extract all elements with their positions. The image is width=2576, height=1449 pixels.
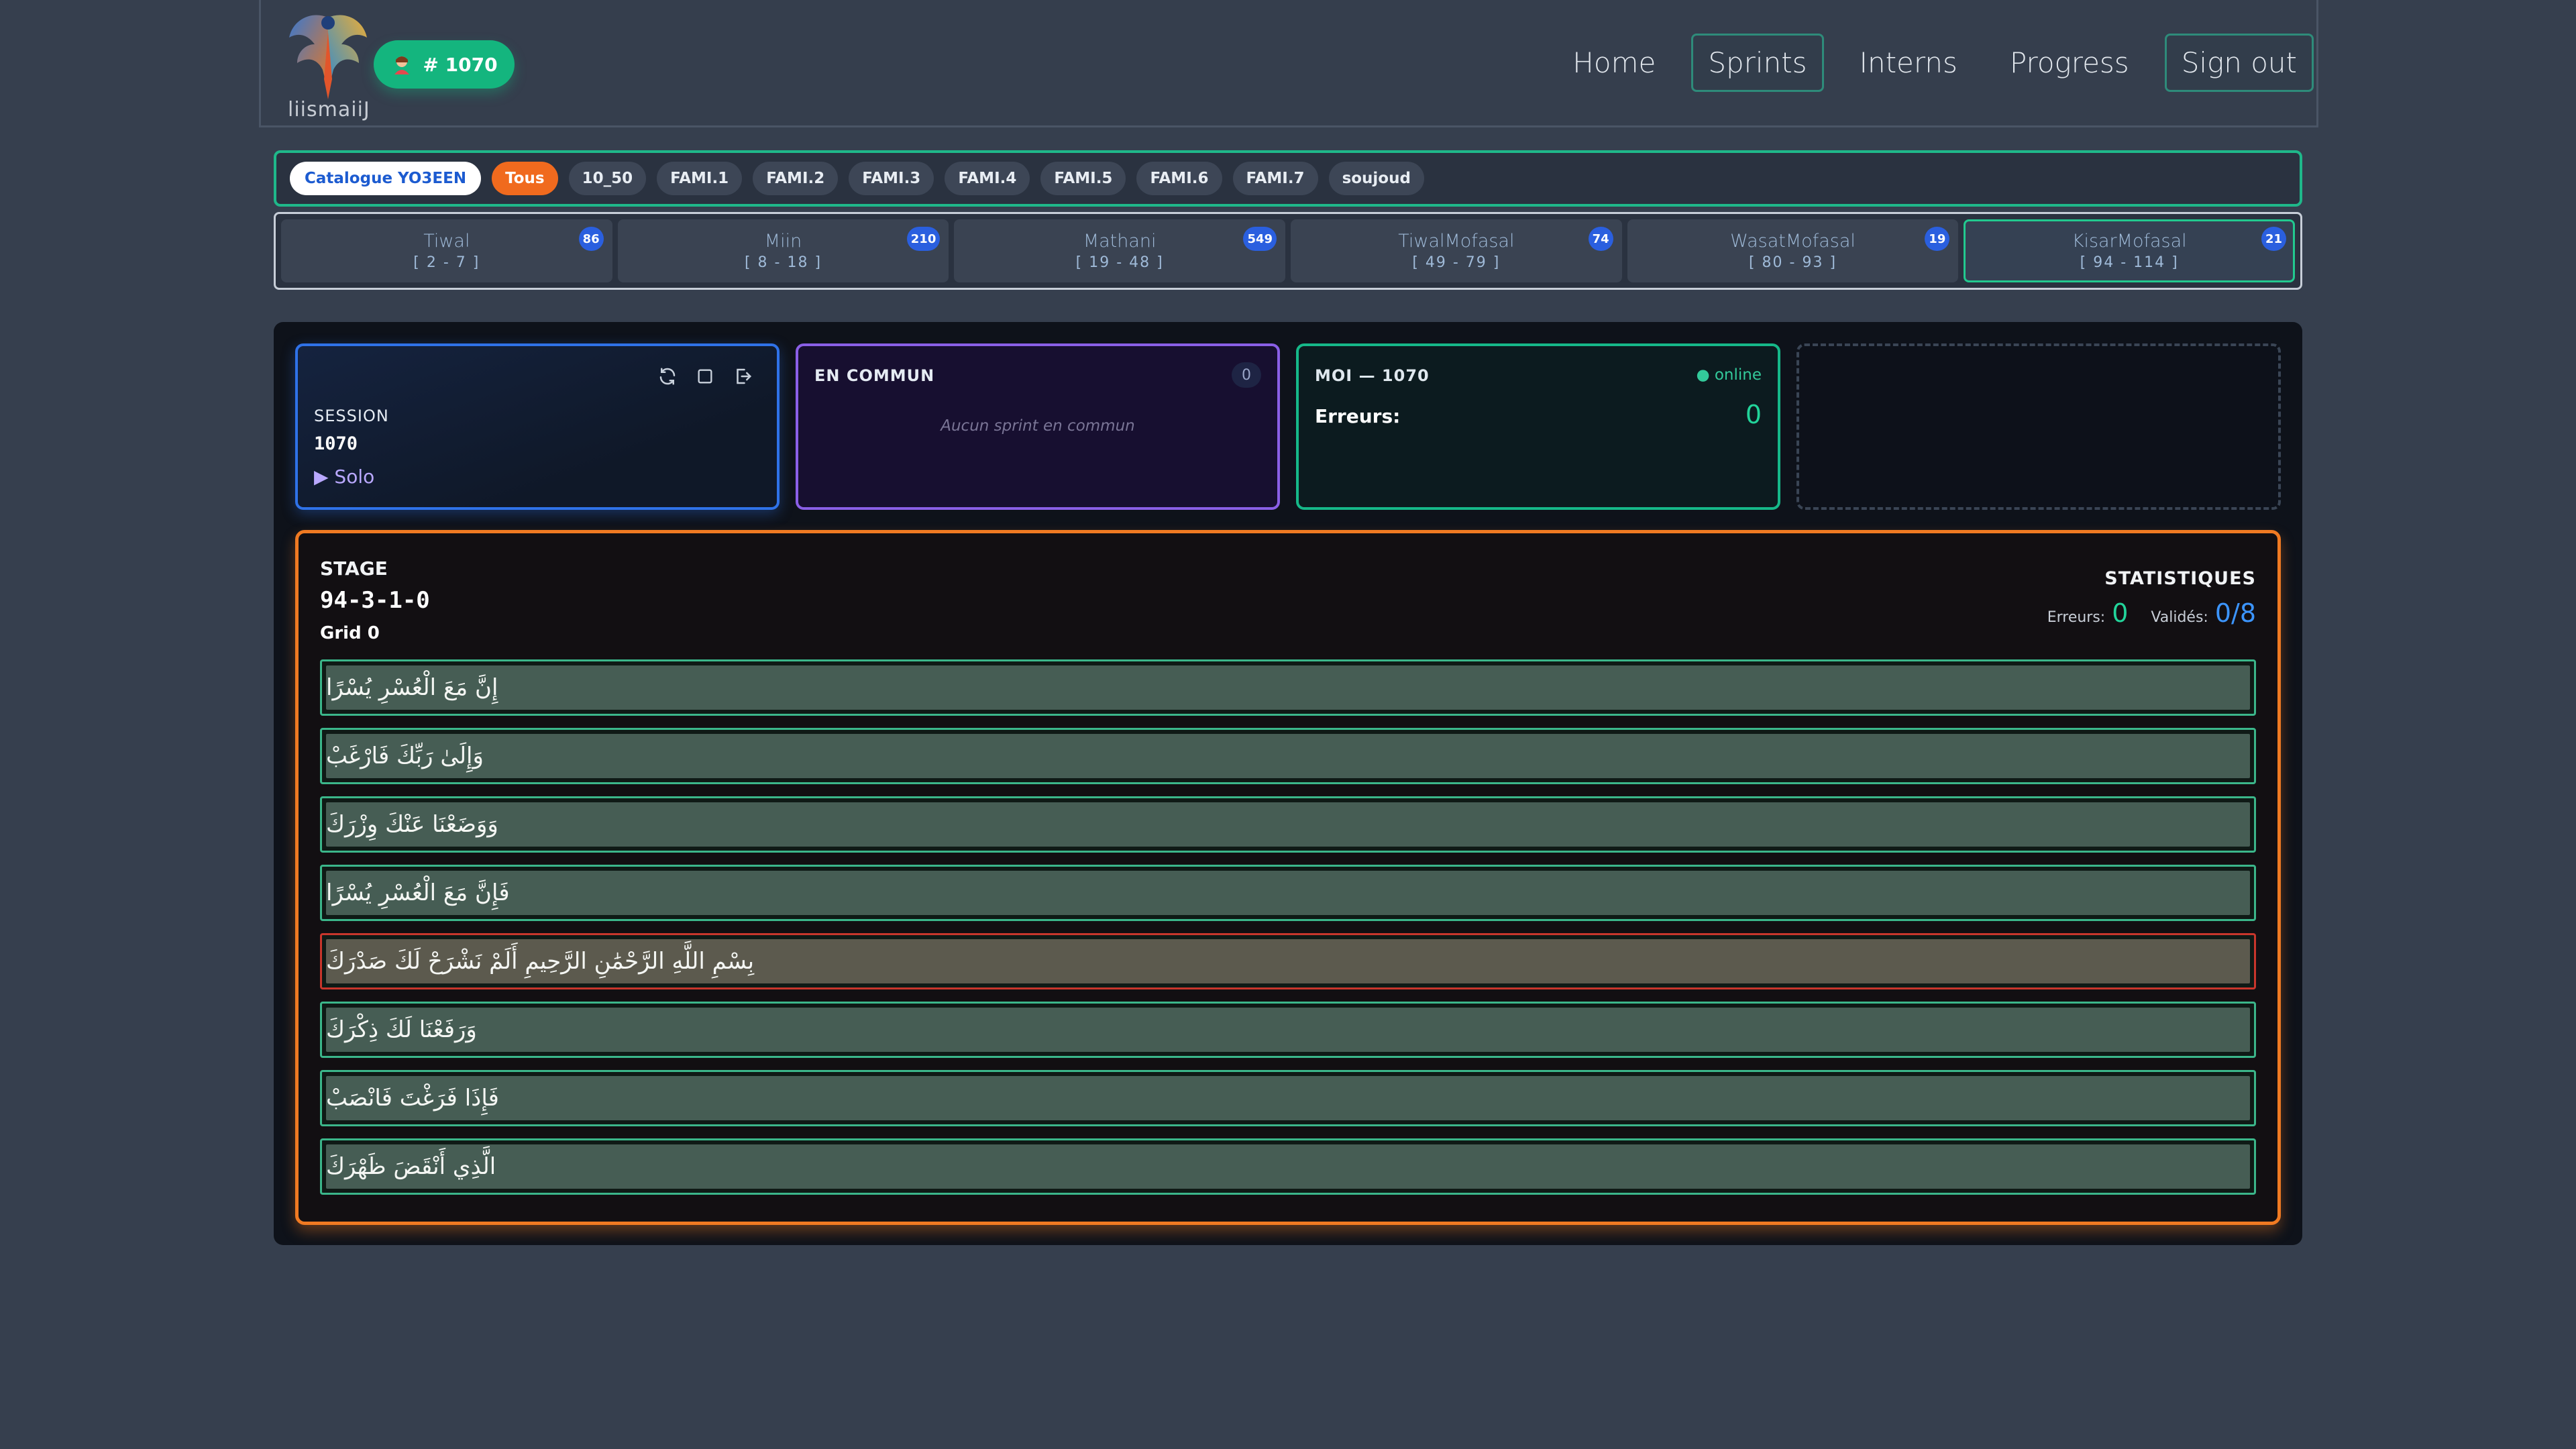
chip-fami-1[interactable]: FAMI.1 bbox=[657, 162, 743, 195]
online-status: ● online bbox=[1696, 366, 1762, 384]
statistics: STATISTIQUES Erreurs: 0 Validés: 0/8 bbox=[2047, 568, 2256, 628]
group-tab-kisarmofasal[interactable]: KisarMofasal [ 94 - 114 ] 21 bbox=[1964, 219, 2296, 282]
group-count-badge: 210 bbox=[906, 227, 941, 251]
verse-row[interactable]: وَوَضَعْنَا عَنْكَ وِزْرَكَ bbox=[320, 796, 2256, 853]
stats-title: STATISTIQUES bbox=[2104, 568, 2256, 589]
stats-errors-label: Erreurs: bbox=[2047, 609, 2106, 626]
nav-sprints[interactable]: Sprints bbox=[1691, 34, 1824, 92]
session-mode-toggle[interactable]: ▶ Solo bbox=[314, 466, 374, 488]
verse-text: وَإِلَىٰ رَبِّكَ فَارْغَبْ bbox=[326, 734, 2250, 778]
main-nav: Home Sprints Interns Progress Sign out bbox=[1556, 34, 2314, 92]
player-errors-label: Erreurs: bbox=[1315, 405, 1401, 427]
verse-text: وَرَفَعْنَا لَكَ ذِكْرَكَ bbox=[326, 1008, 2250, 1052]
group-count-badge: 21 bbox=[2261, 227, 2287, 251]
group-name: KisarMofasal bbox=[2072, 231, 2187, 252]
verse-text: فَإِذَا فَرَغْتَ فَانْصَبْ bbox=[326, 1076, 2250, 1120]
group-range: [ 49 - 79 ] bbox=[1412, 254, 1501, 271]
chip-fami-7[interactable]: FAMI.7 bbox=[1232, 162, 1318, 195]
stats-errors-value: 0 bbox=[2112, 598, 2129, 628]
user-id-label: # 1070 bbox=[423, 53, 498, 76]
chip-fami-6[interactable]: FAMI.6 bbox=[1136, 162, 1222, 195]
stage-id: 94-3-1-0 bbox=[320, 587, 430, 614]
group-range: [ 80 - 93 ] bbox=[1748, 254, 1837, 271]
group-name: WasatMofasal bbox=[1730, 231, 1856, 252]
group-name: TiwalMofasal bbox=[1398, 231, 1515, 252]
verse-row[interactable]: وَرَفَعْنَا لَكَ ذِكْرَكَ bbox=[320, 1002, 2256, 1058]
group-range: [ 2 - 7 ] bbox=[413, 254, 480, 271]
avatar-icon bbox=[390, 53, 413, 76]
nav-interns[interactable]: Interns bbox=[1843, 34, 1974, 92]
user-badge[interactable]: # 1070 bbox=[374, 40, 515, 89]
group-count-badge: 549 bbox=[1243, 227, 1277, 251]
group-tab-miin[interactable]: Miin [ 8 - 18 ] 210 bbox=[617, 219, 949, 282]
group-count-badge: 74 bbox=[1588, 227, 1613, 251]
chip-fami-3[interactable]: FAMI.3 bbox=[849, 162, 934, 195]
common-empty-message: Aucun sprint en commun bbox=[941, 417, 1135, 435]
common-title: EN COMMUN bbox=[814, 366, 935, 385]
group-name: Tiwal bbox=[423, 231, 470, 252]
stage-panel: STAGE 94-3-1-0 Grid 0 STATISTIQUES Erreu… bbox=[295, 530, 2281, 1225]
session-actions bbox=[656, 365, 754, 388]
stats-validated-label: Validés: bbox=[2151, 609, 2208, 626]
common-count-badge: 0 bbox=[1232, 362, 1261, 388]
chip-soujoud[interactable]: soujoud bbox=[1328, 162, 1424, 195]
verse-text: بِسْمِ اللَّهِ الرَّحْمَٰنِ الرَّحِيمِ أ… bbox=[326, 939, 2250, 983]
player-title: MOI — 1070 bbox=[1315, 366, 1430, 385]
my-player-card: MOI — 1070 ● online Erreurs: 0 bbox=[1296, 343, 1780, 510]
verse-list: إِنَّ مَعَ الْعُسْرِ يُسْرًا وَإِلَىٰ رَ… bbox=[320, 659, 2256, 1207]
group-tab-tiwalmofasal[interactable]: TiwalMofasal [ 49 - 79 ] 74 bbox=[1291, 219, 1622, 282]
verse-text: وَوَضَعْنَا عَنْكَ وِزْرَكَ bbox=[326, 802, 2250, 847]
sign-out-button[interactable]: Sign out bbox=[2164, 34, 2314, 92]
group-range: [ 19 - 48 ] bbox=[1075, 254, 1164, 271]
verse-row[interactable]: وَإِلَىٰ رَبِّكَ فَارْغَبْ bbox=[320, 728, 2256, 784]
refresh-icon[interactable] bbox=[656, 365, 679, 388]
stage-label: STAGE bbox=[320, 557, 388, 580]
group-count-badge: 86 bbox=[578, 227, 604, 251]
verse-text: الَّذِي أَنْقَضَ ظَهْرَكَ bbox=[326, 1144, 2250, 1189]
group-name: Miin bbox=[764, 231, 802, 252]
verse-row[interactable]: فَإِنَّ مَعَ الْعُسْرِ يُسْرًا bbox=[320, 865, 2256, 921]
session-label: SESSION bbox=[314, 407, 389, 425]
grid-label: Grid 0 bbox=[320, 623, 380, 643]
group-range: [ 8 - 18 ] bbox=[744, 254, 822, 271]
catalogue-filter-bar: Catalogue YO3EEN Tous 10_50 FAMI.1 FAMI.… bbox=[274, 150, 2302, 207]
stop-icon[interactable] bbox=[694, 365, 716, 388]
chip-tous[interactable]: Tous bbox=[492, 162, 558, 195]
group-tab-wasatmofasal[interactable]: WasatMofasal [ 80 - 93 ] 19 bbox=[1627, 219, 1959, 282]
nav-home[interactable]: Home bbox=[1556, 34, 1672, 92]
group-tab-tiwal[interactable]: Tiwal [ 2 - 7 ] 86 bbox=[281, 219, 612, 282]
catalogue-selector[interactable]: Catalogue YO3EEN bbox=[290, 162, 482, 195]
group-range: [ 94 - 114 ] bbox=[2080, 254, 2179, 271]
chip-fami-2[interactable]: FAMI.2 bbox=[753, 162, 839, 195]
group-count-badge: 19 bbox=[1925, 227, 1950, 251]
verse-row[interactable]: الَّذِي أَنْقَضَ ظَهْرَكَ bbox=[320, 1138, 2256, 1195]
nav-progress[interactable]: Progress bbox=[1993, 34, 2146, 92]
verse-text: فَإِنَّ مَعَ الْعُسْرِ يُسْرًا bbox=[326, 871, 2250, 915]
sprint-panel: SESSION 1070 ▶ Solo EN COMMUN 0 Aucun sp… bbox=[274, 322, 2302, 1245]
top-header: liismaiiJ # 1070 Home Sprints Interns Pr… bbox=[259, 0, 2318, 127]
chip-fami-4[interactable]: FAMI.4 bbox=[945, 162, 1030, 195]
verse-row-error[interactable]: بِسْمِ اللَّهِ الرَّحْمَٰنِ الرَّحِيمِ أ… bbox=[320, 933, 2256, 989]
group-name: Mathani bbox=[1083, 231, 1157, 252]
session-card: SESSION 1070 ▶ Solo bbox=[295, 343, 780, 510]
verse-row[interactable]: فَإِذَا فَرَغْتَ فَانْصَبْ bbox=[320, 1070, 2256, 1126]
chip-10-50[interactable]: 10_50 bbox=[568, 162, 647, 195]
session-number: 1070 bbox=[314, 433, 358, 454]
exit-icon[interactable] bbox=[731, 365, 754, 388]
stats-validated-value: 0/8 bbox=[2214, 598, 2256, 628]
logo-text: liismaiiJ bbox=[288, 98, 370, 121]
common-sprints-card: EN COMMUN 0 Aucun sprint en commun bbox=[796, 343, 1280, 510]
player-errors-value: 0 bbox=[1745, 400, 1762, 429]
chip-fami-5[interactable]: FAMI.5 bbox=[1040, 162, 1126, 195]
surah-group-tabs: Tiwal [ 2 - 7 ] 86 Miin [ 8 - 18 ] 210 M… bbox=[274, 212, 2302, 290]
verse-text: إِنَّ مَعَ الْعُسْرِ يُسْرًا bbox=[326, 665, 2250, 710]
group-tab-mathani[interactable]: Mathani [ 19 - 48 ] 549 bbox=[954, 219, 1286, 282]
verse-row[interactable]: إِنَّ مَعَ الْعُسْرِ يُسْرًا bbox=[320, 659, 2256, 716]
empty-player-slot bbox=[1796, 343, 2281, 510]
